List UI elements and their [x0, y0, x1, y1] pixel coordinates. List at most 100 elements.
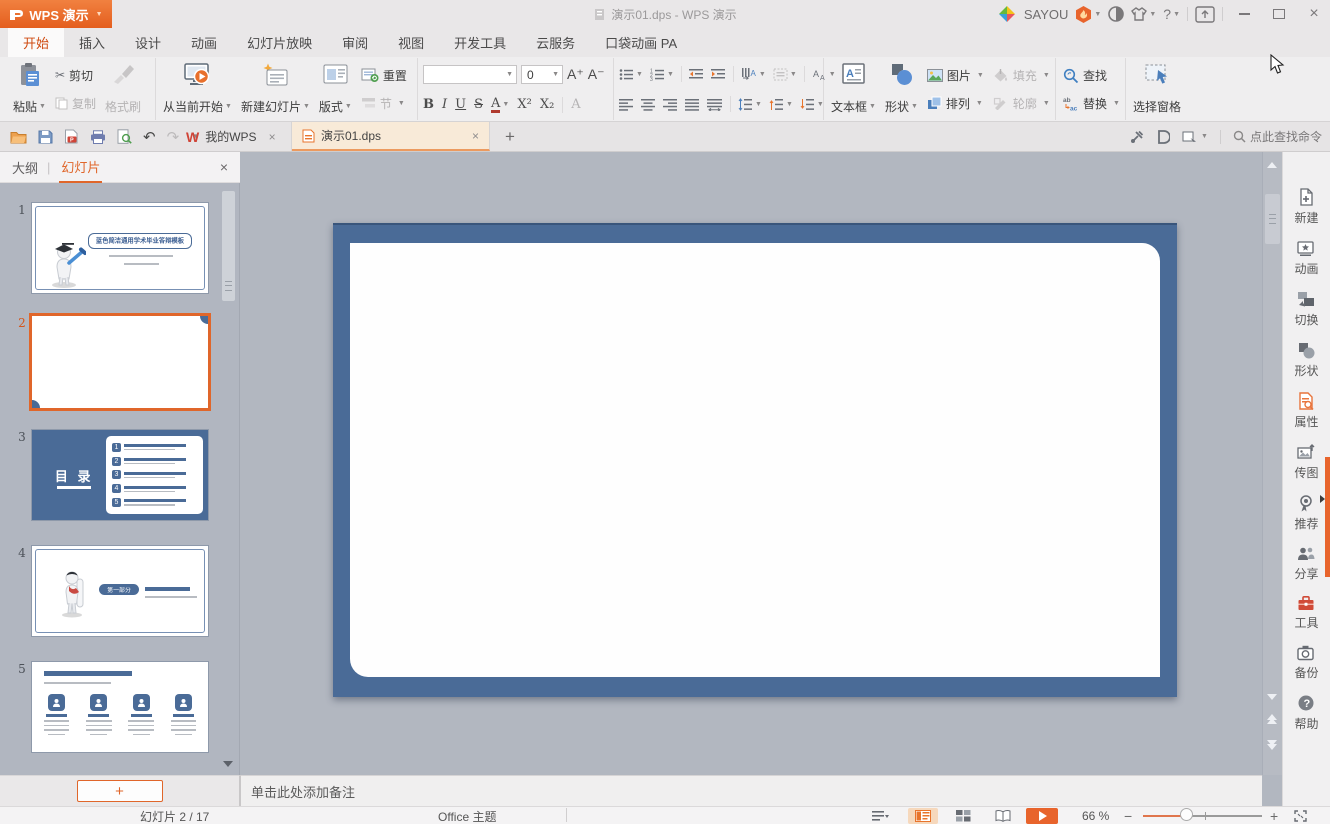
close-tab-icon[interactable]: × — [472, 129, 479, 143]
tab-developer[interactable]: 开发工具 — [439, 28, 521, 57]
tab-wps-home[interactable]: W 我的WPS × — [176, 122, 292, 151]
copy-button[interactable]: 复制 — [53, 94, 98, 113]
format-painter-button[interactable]: 格式刷 — [103, 59, 143, 119]
undo-button[interactable]: ↶ — [143, 128, 156, 146]
sidebar-item-shapes[interactable]: 形状 — [1294, 341, 1318, 379]
sidebar-item-properties[interactable]: 属性 — [1294, 392, 1318, 430]
align-left-button[interactable] — [619, 98, 634, 111]
decrease-indent-button[interactable] — [689, 68, 704, 81]
align-right-button[interactable] — [663, 98, 678, 111]
print-preview-icon[interactable] — [117, 129, 132, 144]
canvas-scrollbar[interactable] — [1262, 152, 1282, 775]
increase-font-button[interactable]: A⁺ — [567, 66, 584, 83]
fix-tool-icon[interactable] — [1130, 130, 1144, 144]
current-slide[interactable] — [333, 223, 1177, 697]
paste-button[interactable]: 粘贴▼ — [11, 59, 48, 119]
fit-to-window-button[interactable] — [1294, 808, 1307, 824]
maximize-button[interactable] — [1265, 3, 1293, 25]
shapes-button[interactable]: 形状▼ — [883, 59, 920, 119]
add-slide-button[interactable]: + — [77, 780, 163, 802]
app-menu-button[interactable]: WPS 演示 ▼ — [0, 0, 112, 28]
slide-1-thumbnail[interactable]: 蓝色简洁通用学术毕业答辩模板 — [32, 203, 208, 293]
reset-button[interactable]: 重置 — [359, 66, 409, 85]
membership-badge[interactable]: ▼ — [1075, 6, 1101, 23]
user-name[interactable]: SAYOU — [1024, 7, 1069, 22]
window-layout-button[interactable]: ▼ — [1182, 131, 1208, 143]
thumbnail-scrollbar[interactable] — [220, 183, 237, 775]
numbering-button[interactable]: 123▼ — [650, 68, 674, 81]
bullets-button[interactable]: ▼ — [619, 68, 643, 81]
theme-name[interactable]: Office 主题 — [438, 808, 496, 824]
scroll-down-icon[interactable] — [1267, 694, 1277, 700]
previous-slide-button[interactable] — [1267, 714, 1277, 724]
font-name-select[interactable]: ▼ — [423, 65, 517, 84]
tab-view[interactable]: 视图 — [383, 28, 439, 57]
fill-button[interactable]: 填充▼ — [991, 66, 1052, 85]
close-tab-icon[interactable]: × — [269, 130, 276, 144]
outline-button[interactable]: 轮廓▼ — [991, 94, 1052, 113]
selection-pane-button[interactable]: 选择窗格 — [1131, 59, 1183, 119]
text-direction-button[interactable]: A▼ — [741, 68, 766, 81]
strikethrough-button[interactable]: S — [474, 97, 483, 112]
paragraph-spacing-before-button[interactable]: ▼ — [769, 98, 793, 111]
justify-button[interactable] — [685, 98, 700, 111]
picture-button[interactable]: 图片▼ — [925, 66, 986, 85]
notes-bar[interactable]: 单击此处添加备注 — [240, 775, 1262, 806]
save-icon[interactable] — [38, 130, 53, 144]
slide-2-thumbnail-selected[interactable] — [32, 316, 208, 408]
sidebar-item-new[interactable]: 新建 — [1294, 188, 1318, 226]
find-button[interactable]: 查找 — [1061, 66, 1122, 85]
replace-button[interactable]: abac 替换▼ — [1061, 94, 1122, 113]
new-tab-button[interactable]: + — [496, 122, 524, 151]
tab-design[interactable]: 设计 — [120, 28, 176, 57]
subscript-button[interactable]: X₂ — [540, 97, 554, 112]
slides-tab[interactable]: 幻灯片 — [59, 151, 102, 183]
tab-pocket-animation[interactable]: 口袋动画 PA — [590, 28, 692, 57]
hide-ribbon-icon[interactable] — [1195, 6, 1215, 23]
tab-document[interactable]: 演示01.dps × — [292, 122, 490, 151]
zoom-slider-knob[interactable] — [1180, 808, 1193, 821]
sidebar-item-help[interactable]: ?帮助 — [1294, 694, 1318, 732]
sidebar-item-animation[interactable]: 动画 — [1294, 239, 1318, 277]
normal-view-button[interactable] — [908, 808, 938, 824]
paragraph-spacing-after-button[interactable]: ▼ — [800, 98, 824, 111]
thumbnail-scroll-down-icon[interactable] — [223, 761, 233, 767]
open-file-icon[interactable] — [10, 130, 27, 144]
line-spacing-button[interactable]: ▼ — [738, 98, 762, 111]
notes-toggle-button[interactable] — [868, 808, 894, 824]
slide-sorter-view-button[interactable] — [948, 808, 978, 824]
play-slideshow-button[interactable] — [1026, 808, 1058, 824]
clear-format-button[interactable]: A — [571, 97, 580, 112]
arrange-button[interactable]: 排列▼ — [925, 94, 986, 113]
italic-button[interactable]: I — [442, 97, 447, 112]
reading-view-button[interactable] — [988, 808, 1018, 824]
sidebar-item-share[interactable]: 分享 — [1294, 545, 1318, 582]
cut-button[interactable]: ✂剪切 — [53, 66, 98, 85]
font-color-button[interactable]: A▼ — [491, 97, 509, 113]
slide-5-thumbnail[interactable] — [32, 662, 208, 752]
docer-icon[interactable] — [1156, 130, 1170, 144]
tab-cloud[interactable]: 云服务 — [521, 28, 590, 57]
outline-tab[interactable]: 大纲 — [12, 158, 38, 177]
skin-theme-button[interactable]: ▼ — [1131, 7, 1156, 21]
sidebar-item-recommend[interactable]: 推荐 — [1294, 494, 1318, 532]
zoom-in-button[interactable]: + — [1270, 808, 1278, 824]
underline-button[interactable]: U — [455, 97, 466, 112]
task-pane-handle[interactable] — [1325, 457, 1330, 577]
decrease-font-button[interactable]: A⁻ — [588, 66, 605, 83]
minimize-button[interactable] — [1230, 3, 1258, 25]
scroll-up-icon[interactable] — [1267, 162, 1277, 168]
layout-button[interactable]: 版式▼ — [317, 59, 354, 119]
slide-3-thumbnail[interactable]: 目 录 1 2 3 4 5 — [32, 430, 208, 520]
increase-indent-button[interactable] — [711, 68, 726, 81]
distribute-button[interactable] — [707, 98, 723, 111]
slide-content-area[interactable] — [350, 243, 1160, 677]
sidebar-item-tools[interactable]: 工具 — [1294, 595, 1318, 631]
close-panel-button[interactable]: × — [220, 159, 228, 175]
close-button[interactable]: × — [1300, 3, 1328, 25]
play-from-current-button[interactable]: 从当前开始▼ — [161, 59, 234, 119]
next-slide-button[interactable] — [1267, 740, 1277, 750]
tab-review[interactable]: 审阅 — [327, 28, 383, 57]
new-slide-button[interactable]: 新建幻灯片▼ — [239, 59, 312, 119]
font-size-select[interactable]: 0▼ — [521, 65, 563, 84]
